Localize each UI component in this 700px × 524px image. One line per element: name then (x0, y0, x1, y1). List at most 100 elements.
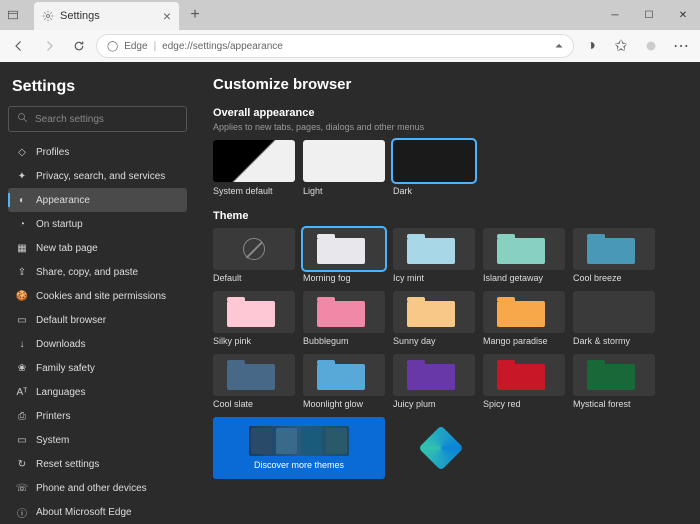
nav-label: Privacy, search, and services (36, 171, 165, 182)
nav-label: Cookies and site permissions (36, 291, 166, 302)
favorites-button[interactable]: ✩ (608, 33, 634, 59)
overall-title: Overall appearance (213, 107, 682, 119)
edge-icon: ◯ (107, 41, 118, 52)
theme-dark-stormy[interactable]: Dark & stormy (573, 291, 655, 346)
nav-icon: ⓘ (16, 505, 28, 520)
theme-moonlight-glow[interactable]: Moonlight glow (303, 354, 385, 409)
theme-mango-paradise[interactable]: Mango paradise (483, 291, 565, 346)
address-prefix: Edge (124, 41, 147, 52)
gear-icon (42, 10, 54, 22)
sidebar-item-phone-and-other-devices[interactable]: ☏ Phone and other devices (8, 476, 187, 500)
menu-button[interactable]: ⋯ (668, 33, 694, 59)
nav-icon: ↓ (16, 339, 28, 350)
nav-icon: ❀ (16, 363, 28, 374)
theme-icy-mint[interactable]: Icy mint (393, 228, 475, 283)
sidebar-item-system[interactable]: ▭ System (8, 428, 187, 452)
theme-silky-pink[interactable]: Silky pink (213, 291, 295, 346)
address-url: edge://settings/appearance (162, 41, 283, 52)
sidebar-item-default-browser[interactable]: ▭ Default browser (8, 308, 187, 332)
sidebar: Settings Search settings ◇ Profiles ✦ Priva… (0, 62, 195, 510)
appearance-option-system-default[interactable]: System default (213, 140, 295, 196)
search-placeholder: Search settings (35, 114, 104, 125)
appearance-option-dark[interactable]: Dark (393, 140, 475, 196)
sidebar-item-appearance[interactable]: ◐ Appearance (8, 188, 187, 212)
address-bar[interactable]: ◯ Edge | edge://settings/appearance ⏶ (96, 34, 574, 58)
sidebar-item-cookies-and-site-permissions[interactable]: 🍪 Cookies and site permissions (8, 284, 187, 308)
browser-tab[interactable]: Settings × (34, 2, 179, 30)
theme-default[interactable]: Default (213, 228, 295, 283)
nav-icon: ◔ (16, 219, 28, 230)
tab-title: Settings (60, 10, 100, 22)
tab-actions-button[interactable] (0, 2, 26, 28)
extensions-button[interactable]: ◑ (578, 33, 604, 59)
nav-label: Reset settings (36, 459, 99, 470)
main-content: Customize browser Overall appearance App… (195, 62, 700, 510)
nav-label: Profiles (36, 147, 69, 158)
close-window-button[interactable]: ✕ (666, 0, 700, 30)
nav-label: Phone and other devices (36, 483, 147, 494)
theme-cool-breeze[interactable]: Cool breeze (573, 228, 655, 283)
nav-icon: 🍪 (16, 291, 28, 302)
sidebar-item-privacy-search-and-services[interactable]: ✦ Privacy, search, and services (8, 164, 187, 188)
sidebar-item-languages[interactable]: Aᵀ Languages (8, 380, 187, 404)
close-tab-button[interactable]: × (163, 8, 171, 24)
theme-title: Theme (213, 210, 682, 222)
nav-label: Printers (36, 411, 70, 422)
refresh-button[interactable] (66, 33, 92, 59)
sidebar-item-reset-settings[interactable]: ↻ Reset settings (8, 452, 187, 476)
theme-juicy-plum[interactable]: Juicy plum (393, 354, 475, 409)
nav-icon: ⇪ (16, 267, 28, 278)
new-tab-button[interactable]: + (183, 3, 207, 27)
discover-themes-button[interactable]: Discover more themes (213, 417, 385, 479)
sidebar-item-profiles[interactable]: ◇ Profiles (8, 140, 187, 164)
theme-island-getaway[interactable]: Island getaway (483, 228, 565, 283)
nav-label: Default browser (36, 315, 106, 326)
sidebar-item-printers[interactable]: ⎙ Printers (8, 404, 187, 428)
nav-icon: ▭ (16, 315, 28, 326)
minimize-button[interactable]: ─ (598, 0, 632, 30)
theme-mystical-forest[interactable]: Mystical forest (573, 354, 655, 409)
nav-icon: ☏ (16, 483, 28, 494)
nav-icon: ✦ (16, 171, 28, 182)
sidebar-item-new-tab-page[interactable]: ▦ New tab page (8, 236, 187, 260)
nav-icon: Aᵀ (16, 387, 28, 398)
discover-label: Discover more themes (254, 460, 344, 470)
nav-label: Languages (36, 387, 86, 398)
nav-label: New tab page (36, 243, 98, 254)
titlebar: Settings × + ─ ☐ ✕ (0, 0, 700, 30)
nav-label: On startup (36, 219, 83, 230)
theme-spicy-red[interactable]: Spicy red (483, 354, 565, 409)
nav-icon: ↻ (16, 459, 28, 470)
sidebar-item-family-safety[interactable]: ❀ Family safety (8, 356, 187, 380)
reader-icon[interactable]: ⏶ (555, 41, 563, 52)
nav-icon: ◇ (16, 147, 28, 158)
sidebar-title: Settings (12, 78, 183, 96)
theme-morning-fog[interactable]: Morning fog (303, 228, 385, 283)
nav-label: Share, copy, and paste (36, 267, 138, 278)
nav-icon: ⎙ (16, 411, 28, 422)
page-heading: Customize browser (213, 76, 682, 93)
nav-label: Downloads (36, 339, 85, 350)
theme-sunny-day[interactable]: Sunny day (393, 291, 475, 346)
nav-icon: ▭ (16, 435, 28, 446)
search-icon (17, 112, 29, 127)
sidebar-item-on-startup[interactable]: ◔ On startup (8, 212, 187, 236)
nav-label: Family safety (36, 363, 95, 374)
appearance-option-light[interactable]: Light (303, 140, 385, 196)
search-settings-input[interactable]: Search settings (8, 106, 187, 132)
nav-label: About Microsoft Edge (36, 507, 132, 518)
edge-logo-icon (418, 425, 463, 470)
nav-label: Appearance (36, 195, 90, 206)
profile-button[interactable] (638, 33, 664, 59)
sidebar-item-about-microsoft-edge[interactable]: ⓘ About Microsoft Edge (8, 500, 187, 524)
nav-label: System (36, 435, 69, 446)
sidebar-item-downloads[interactable]: ↓ Downloads (8, 332, 187, 356)
forward-button (36, 33, 62, 59)
nav-icon: ▦ (16, 243, 28, 254)
nav-icon: ◐ (16, 195, 28, 206)
back-button[interactable] (6, 33, 32, 59)
maximize-button[interactable]: ☐ (632, 0, 666, 30)
theme-cool-slate[interactable]: Cool slate (213, 354, 295, 409)
sidebar-item-share-copy-and-paste[interactable]: ⇪ Share, copy, and paste (8, 260, 187, 284)
theme-bubblegum[interactable]: Bubblegum (303, 291, 385, 346)
